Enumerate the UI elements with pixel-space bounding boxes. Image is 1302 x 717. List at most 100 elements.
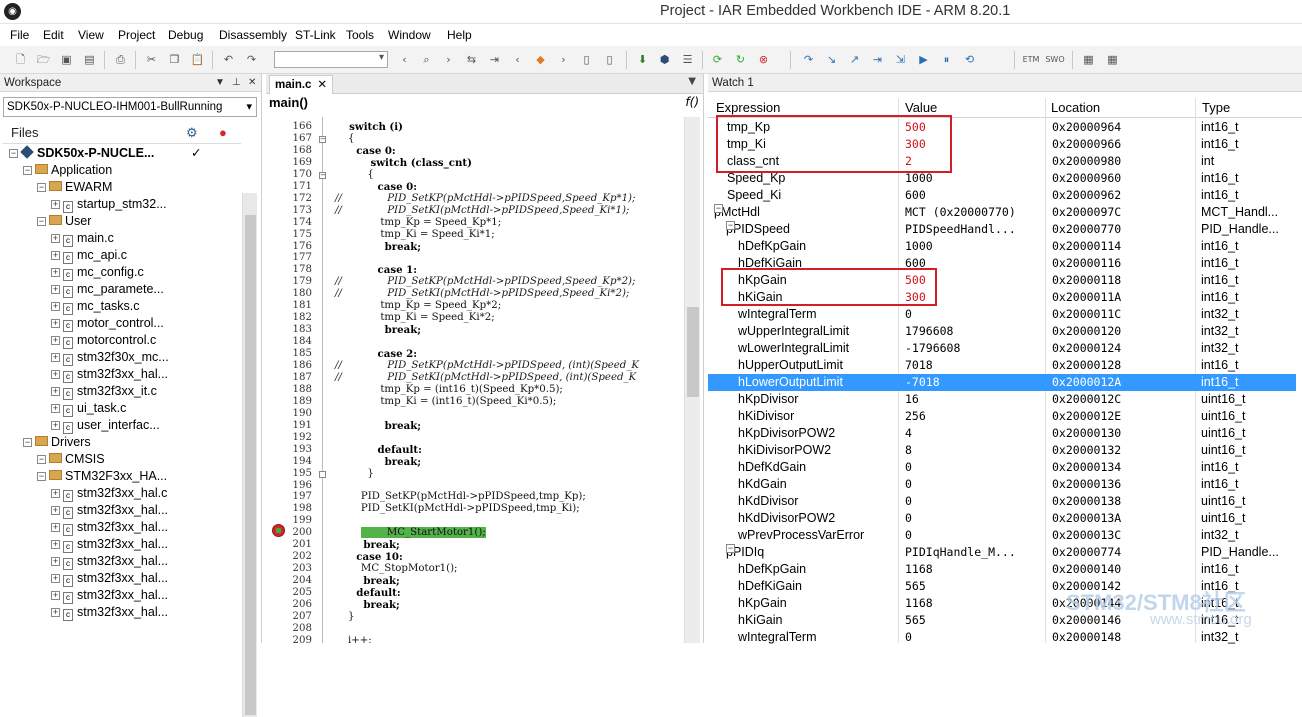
tree-file[interactable]: + c mc_tasks.c (51, 298, 140, 315)
watch-row[interactable]: hKdGain 0 0x20000136 int16_t (708, 476, 1296, 493)
expand-icon[interactable]: + (51, 608, 60, 617)
cut-icon[interactable]: ✂ (143, 51, 160, 68)
download-icon[interactable]: ⬇ (634, 51, 651, 68)
expand-icon[interactable]: + (51, 200, 60, 209)
undo-icon[interactable]: ↶ (220, 51, 237, 68)
tree-file[interactable]: + c stm32f30x_mc... (51, 349, 169, 366)
expand-icon[interactable]: + (51, 268, 60, 277)
find-next-icon[interactable]: › (440, 51, 457, 68)
watch-row[interactable]: wUpperIntegralLimit 1796608 0x20000120 int3… (708, 323, 1296, 340)
menu-help[interactable]: Help (447, 28, 472, 42)
go-icon[interactable]: ⟳ (709, 51, 726, 68)
watch-row[interactable]: hKiDivisorPOW2 8 0x20000132 uint16_t (708, 442, 1296, 459)
stop-debug-icon[interactable]: ⊗ (755, 51, 772, 68)
watch-row[interactable]: hKpDivisorPOW2 4 0x20000130 uint16_t (708, 425, 1296, 442)
watch-row[interactable]: − pPIDSpeed PIDSpeedHandl... 0x20000770 PID_… (708, 221, 1296, 238)
tab-main-c[interactable]: main.c ✕ (269, 75, 333, 94)
run-to-cursor-icon[interactable]: ⇲ (892, 51, 909, 68)
etm-icon[interactable]: ETM (1020, 51, 1042, 68)
dropdown-icon[interactable]: ▼ (215, 74, 225, 92)
copy-icon[interactable]: ❐ (166, 51, 183, 68)
collapse-icon[interactable]: − (37, 217, 46, 226)
expand-icon[interactable]: + (51, 302, 60, 311)
find-combo[interactable] (274, 51, 388, 68)
menu-project[interactable]: Project (118, 28, 155, 42)
close-icon[interactable]: ✕ (248, 74, 256, 92)
expand-icon[interactable]: + (51, 506, 60, 515)
step-over-icon[interactable]: ↷ (800, 51, 817, 68)
menu-disassembly[interactable]: Disassembly (219, 28, 287, 42)
collapse-icon[interactable]: − (726, 544, 735, 553)
collapse-icon[interactable]: − (37, 183, 46, 192)
save-icon[interactable]: ▣ (58, 51, 75, 68)
watch-row[interactable]: − pMctHdl MCT (0x20000770) 0x2000097C MCT_Ha… (708, 204, 1296, 221)
menu-stlink[interactable]: ST-Link (295, 28, 336, 42)
menu-window[interactable]: Window (388, 28, 431, 42)
watch-value[interactable]: 0 (905, 306, 912, 323)
swo-icon[interactable]: SWO (1044, 51, 1066, 68)
tree-file[interactable]: + c stm32f3xx_hal... (51, 604, 168, 621)
expand-icon[interactable]: + (51, 523, 60, 532)
watch-row[interactable]: hDefKpGain 1000 0x20000114 int16_t (708, 238, 1296, 255)
watch-value[interactable]: 1168 (905, 561, 933, 578)
watch-value[interactable]: 600 (905, 187, 926, 204)
tree-file[interactable]: + c motor_control... (51, 315, 164, 332)
code-area[interactable]: 166 switch (i) 167 {168 case 0: 169 switch… (266, 117, 684, 643)
redo-icon[interactable]: ↷ (243, 51, 260, 68)
tree-file[interactable]: + c startup_stm32... (51, 196, 167, 213)
go-run-icon[interactable]: ▶ (915, 51, 932, 68)
reset-target-icon[interactable]: ⟲ (961, 51, 978, 68)
tree-file[interactable]: + c mc_api.c (51, 247, 127, 264)
nav-back-icon[interactable]: ‹ (509, 51, 526, 68)
bookmark-prev-icon[interactable]: ▯ (578, 51, 595, 68)
menu-edit[interactable]: Edit (43, 28, 64, 42)
watch-value[interactable]: 256 (905, 408, 926, 425)
tree-file[interactable]: + c stm32f3xx_hal.c (51, 485, 167, 502)
tree-file[interactable]: + c stm32f3xx_hal... (51, 502, 168, 519)
watch-row[interactable]: hKdDivisorPOW2 0 0x2000013A uint16_t (708, 510, 1296, 527)
expand-icon[interactable]: + (51, 421, 60, 430)
next-statement-icon[interactable]: ⇥ (869, 51, 886, 68)
watch-value[interactable]: 565 (905, 612, 926, 629)
watch-value[interactable]: 0 (905, 510, 912, 527)
tree-file[interactable]: + c motorcontrol.c (51, 332, 156, 349)
expand-icon[interactable]: + (51, 336, 60, 345)
tree-file[interactable]: + c ui_task.c (51, 400, 126, 417)
watch-value[interactable]: -1796608 (905, 340, 960, 357)
watch-row[interactable]: hLowerOutputLimit -7018 0x2000012A int16_t (708, 374, 1296, 391)
watch-value[interactable]: 7018 (905, 357, 933, 374)
function-nav-icon[interactable]: f() (685, 95, 699, 109)
expand-icon[interactable]: + (51, 319, 60, 328)
tree-file[interactable]: + c mc_config.c (51, 264, 144, 281)
tree-file[interactable]: + c stm32f3xx_hal... (51, 366, 168, 383)
expand-icon[interactable]: + (51, 353, 60, 362)
watch-value[interactable]: 0 (905, 493, 912, 510)
watch-row[interactable]: wPrevProcessVarError 0 0x2000013C int32_t (708, 527, 1296, 544)
col-type[interactable]: Type (1202, 98, 1230, 118)
expand-icon[interactable]: + (51, 404, 60, 413)
watch-value[interactable]: 0 (905, 459, 912, 476)
workspace-config-select[interactable]: SDK50x-P-NUCLEO-IHM001-BullRunning (3, 97, 257, 117)
tree-file[interactable]: + c stm32f3xx_hal... (51, 519, 168, 536)
tree-file[interactable]: + c stm32f3xx_hal... (51, 536, 168, 553)
fold-icon[interactable]: − (319, 171, 326, 179)
collapse-icon[interactable]: − (714, 204, 723, 213)
break-icon[interactable]: ⏸ (938, 51, 955, 68)
tree-file[interactable]: + c stm32f3xx_hal... (51, 553, 168, 570)
new-file-icon[interactable]: 🗋 (12, 51, 29, 68)
collapse-icon[interactable]: − (23, 166, 32, 175)
tree-file[interactable]: + c user_interfac... (51, 417, 160, 434)
watch-value[interactable]: 0 (905, 527, 912, 544)
fold-icon[interactable]: − (319, 135, 326, 143)
step-out-icon[interactable]: ↗ (846, 51, 863, 68)
expand-icon[interactable]: + (51, 234, 60, 243)
bookmark-next-icon[interactable]: ▯ (601, 51, 618, 68)
collapse-icon[interactable]: − (9, 149, 18, 158)
nav-fwd-icon[interactable]: › (555, 51, 572, 68)
breakpoint-icon[interactable] (272, 524, 285, 537)
step-into-icon[interactable]: ↘ (823, 51, 840, 68)
close-tab-icon[interactable]: ✕ (317, 76, 327, 94)
tree-folder[interactable]: − SDK50x-P-NUCLE... ✓ (9, 145, 201, 162)
goto-icon[interactable]: ⇥ (486, 51, 503, 68)
watch-value[interactable]: 0 (905, 629, 912, 646)
